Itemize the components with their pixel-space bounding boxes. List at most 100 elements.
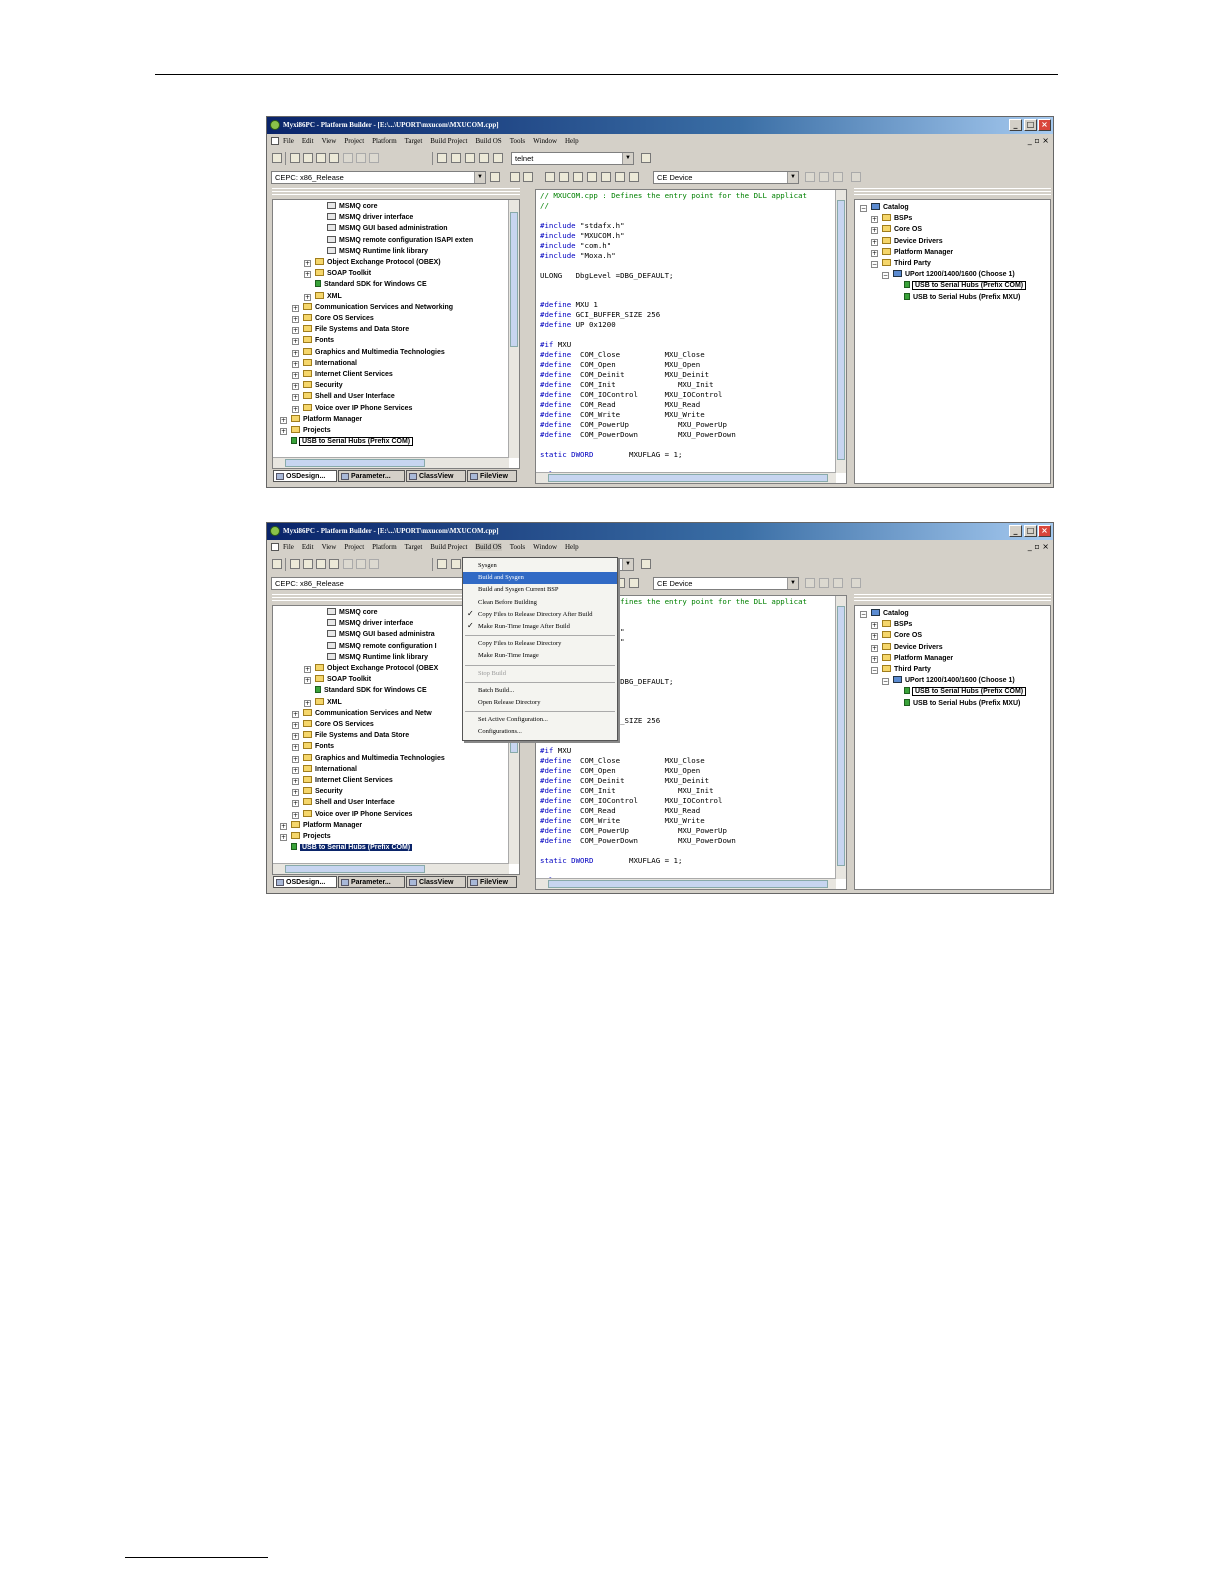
expand-icon[interactable]: + (871, 622, 878, 630)
minimize-icon[interactable]: _ (1009, 525, 1022, 537)
stop-icon[interactable] (629, 172, 639, 182)
tree-item[interactable]: + SOAP Toolkit (304, 675, 371, 686)
tab-parameter[interactable]: Parameter... (338, 470, 405, 482)
tree-item[interactable]: + Platform Manager (280, 414, 362, 426)
menu-item[interactable]: Build and Sysgen Current BSP (463, 584, 617, 596)
tree-item[interactable]: MSMQ driver interface (327, 213, 413, 224)
menu-item[interactable]: Set Active Configuration... (463, 714, 617, 726)
collapse-icon[interactable]: − (860, 611, 867, 618)
target-disconnect-icon[interactable] (819, 172, 829, 182)
catalog-item[interactable]: − UPort 1200/1400/1600 (Choose 1) (882, 676, 1015, 687)
find-icon[interactable] (493, 153, 503, 163)
tree-item[interactable]: MSMQ core (327, 608, 378, 619)
expand-icon[interactable]: + (292, 405, 299, 413)
target-options-icon[interactable] (833, 578, 843, 588)
save-icon[interactable] (303, 559, 313, 569)
reset-icon[interactable] (601, 172, 611, 182)
expand-icon[interactable]: + (280, 822, 287, 830)
collapse-icon[interactable]: − (860, 205, 867, 212)
window-title-bar[interactable]: Myxi86PC - Platform Builder - [E:\...\UP… (267, 523, 1053, 540)
chevron-down-icon[interactable]: ▼ (622, 559, 633, 570)
open-icon[interactable] (290, 559, 300, 569)
tree-item[interactable]: + Security (292, 381, 343, 392)
build-icon[interactable] (490, 172, 500, 182)
expand-icon[interactable]: + (280, 428, 287, 435)
tree-item[interactable]: + Shell and User Interface (292, 392, 395, 403)
expand-icon[interactable]: + (871, 227, 878, 235)
vertical-scrollbar[interactable] (835, 190, 846, 473)
menu-item[interactable]: Build and Sysgen (463, 572, 617, 585)
menu-item[interactable]: Configurations... (463, 726, 617, 738)
mdi-controls[interactable]: _ ▫ × (1028, 542, 1049, 551)
undo-icon[interactable] (369, 153, 379, 163)
tab-classview[interactable]: ClassView (406, 876, 466, 888)
tree-item[interactable]: + International (292, 358, 357, 370)
tree-item[interactable]: MSMQ remote configuration ISAPI exten (327, 235, 473, 247)
menu-item[interactable]: Copy Files to Release Directory (463, 638, 617, 650)
horizontal-scrollbar[interactable] (273, 457, 509, 468)
clean-icon[interactable] (523, 172, 533, 182)
tree-item[interactable]: + Platform Manager (280, 820, 362, 832)
expand-icon[interactable]: + (292, 316, 299, 323)
chevron-down-icon[interactable]: ▼ (474, 172, 485, 183)
catalog-item[interactable]: + Core OS (871, 631, 922, 642)
expand-icon[interactable]: + (292, 744, 299, 752)
new-file-icon[interactable] (272, 559, 282, 569)
catalog-item[interactable]: + BSPs (871, 620, 912, 631)
horizontal-scrollbar[interactable] (536, 878, 836, 889)
catalog-item[interactable]: + Platform Manager (871, 653, 953, 665)
scrollbar-thumb[interactable] (285, 865, 425, 873)
expand-icon[interactable]: + (292, 800, 299, 808)
window-list-icon[interactable] (465, 153, 475, 163)
close-icon[interactable]: × (1038, 525, 1051, 537)
catalog-item[interactable]: USB to Serial Hubs (Prefix MXU) (904, 698, 1020, 710)
tree-item[interactable]: Standard SDK for Windows CE (315, 280, 427, 291)
tree-item[interactable]: + Communication Services and Networking (292, 302, 453, 314)
expand-icon[interactable]: + (292, 360, 299, 368)
expand-icon[interactable]: + (292, 338, 299, 346)
target-status-icon[interactable] (573, 172, 583, 182)
menu-build-os[interactable]: Build OS (475, 543, 502, 551)
undo-icon[interactable] (369, 559, 379, 569)
menu-item[interactable]: Clean Before Building (463, 597, 617, 609)
catalog-item[interactable]: + Core OS (871, 225, 922, 236)
horizontal-scrollbar[interactable] (273, 863, 509, 874)
expand-icon[interactable]: + (292, 349, 299, 357)
paste-icon[interactable] (356, 559, 366, 569)
tree-item[interactable]: + Object Exchange Protocol (OBEX (304, 664, 438, 675)
configuration-combo[interactable]: CEPC: x86_Release ▼ (271, 171, 486, 184)
tree-item[interactable]: + Graphics and Multimedia Technologies (292, 753, 445, 765)
tree-item[interactable]: + Internet Client Services (292, 370, 393, 381)
expand-icon[interactable]: + (871, 655, 878, 663)
tree-item[interactable]: MSMQ GUI based administration (327, 224, 448, 235)
menu-view[interactable]: View (322, 137, 337, 145)
tree-item[interactable]: + SOAP Toolkit (304, 269, 371, 280)
expand-icon[interactable]: + (292, 733, 299, 741)
catalog-item[interactable]: − Catalog (860, 609, 909, 620)
cut-icon[interactable] (329, 559, 339, 569)
output-icon[interactable] (451, 559, 461, 569)
expand-icon[interactable]: + (304, 699, 311, 707)
target-connect-icon[interactable] (805, 578, 815, 588)
tree-item[interactable]: MSMQ Runtime link library (327, 246, 428, 258)
tab-osdesign[interactable]: OSDesign... (273, 876, 337, 888)
tree-item[interactable]: + Graphics and Multimedia Technologies (292, 347, 445, 359)
sysgen-icon[interactable] (510, 172, 520, 182)
window-title-bar[interactable]: Myxi86PC - Platform Builder - [E:\...\UP… (267, 117, 1053, 134)
scrollbar-thumb[interactable] (837, 606, 845, 866)
menu-edit[interactable]: Edit (302, 137, 314, 145)
tree-item[interactable]: + Object Exchange Protocol (OBEX) (304, 258, 441, 269)
tab-classview[interactable]: ClassView (406, 470, 466, 482)
tree-item[interactable]: + Communication Services and Netw (292, 708, 432, 720)
tree-item[interactable]: MSMQ GUI based administra (327, 630, 435, 641)
output-icon[interactable] (451, 153, 461, 163)
menu-item[interactable]: ✓ Make Run-Time Image After Build (463, 621, 617, 633)
menu-target[interactable]: Target (405, 543, 423, 551)
tree-item[interactable]: + Projects (280, 426, 331, 437)
expand-icon[interactable]: + (304, 293, 311, 301)
catalog-item[interactable]: − Third Party (871, 259, 931, 270)
copy-icon[interactable] (343, 153, 353, 163)
expand-icon[interactable]: + (304, 677, 311, 685)
expand-icon[interactable]: + (304, 666, 311, 673)
stop-icon[interactable] (629, 578, 639, 588)
